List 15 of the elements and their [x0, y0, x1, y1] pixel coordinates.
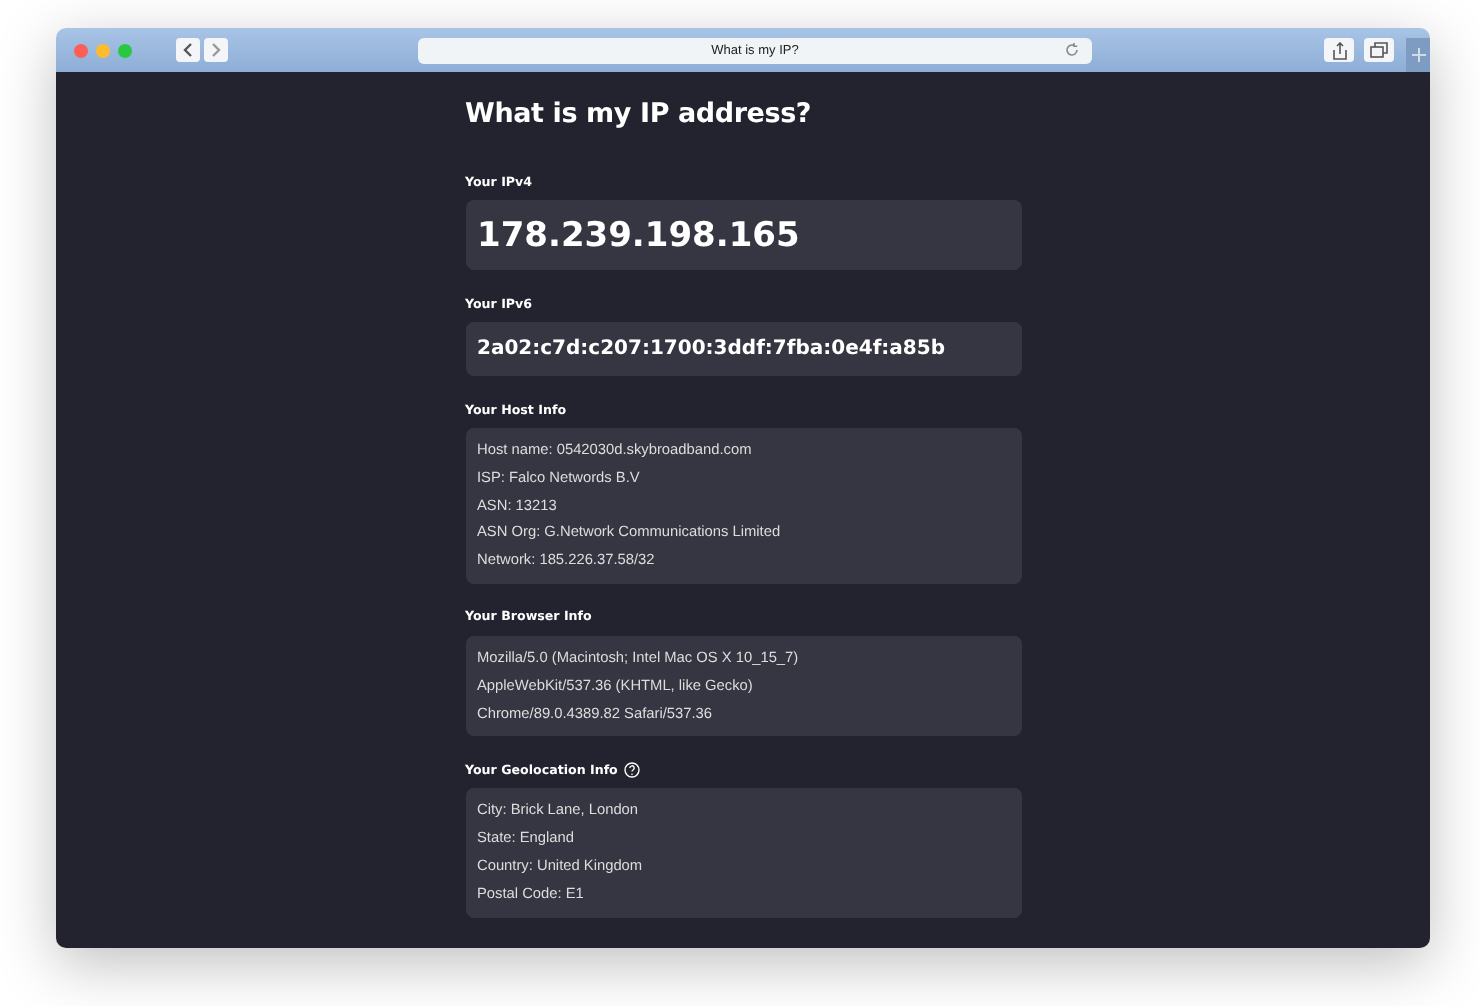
back-button[interactable] [176, 38, 200, 62]
new-tab-button[interactable] [1406, 38, 1430, 72]
tabs-icon [1370, 42, 1388, 58]
ipv6-address: 2a02:c7d:c207:1700:3ddf:7fba:0e4f:a85b [465, 322, 1021, 376]
share-icon [1331, 41, 1347, 59]
plus-icon [1411, 48, 1425, 62]
close-button[interactable] [74, 43, 88, 57]
share-button[interactable] [1324, 38, 1354, 62]
tabs-button[interactable] [1364, 38, 1394, 62]
back-icon [182, 42, 194, 58]
page-heading: What is my IP address? [465, 98, 814, 130]
forward-icon [210, 42, 222, 58]
help-icon[interactable] [623, 762, 640, 779]
ipv4-address: 178.239.198.165 [465, 200, 1021, 270]
reload-icon [1064, 41, 1080, 57]
